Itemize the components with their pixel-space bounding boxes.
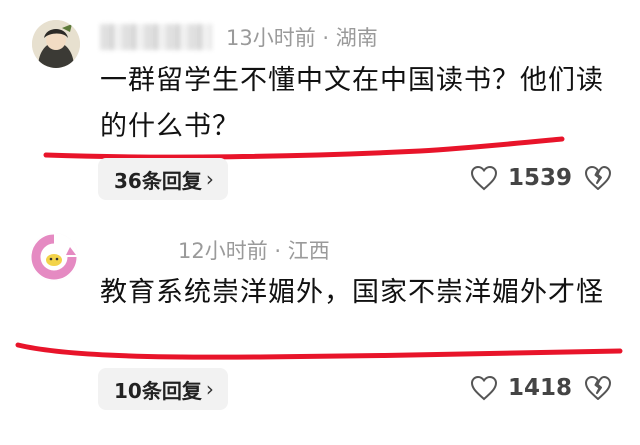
chevron-right-icon: › — [205, 167, 214, 191]
heart-outline-icon[interactable] — [470, 165, 498, 191]
comment-text: 教育系统崇洋媚外，国家不崇洋媚外才怪 — [100, 277, 604, 308]
meta-separator: · — [315, 26, 336, 50]
comment-location: 湖南 — [335, 26, 378, 50]
comment-time: 13小时前 — [226, 26, 316, 50]
avatar[interactable] — [32, 20, 80, 68]
reactions: 1539 — [470, 165, 612, 191]
comment-meta: 12小时前 · 江西 — [178, 235, 330, 265]
like-count: 1539 — [508, 165, 573, 191]
comment-meta: 13小时前 · 湖南 — [226, 22, 378, 52]
avatar[interactable] — [30, 233, 78, 281]
red-underline-annotation — [15, 342, 623, 360]
author-name[interactable] — [100, 24, 212, 50]
comment-time: 12小时前 — [178, 239, 268, 263]
view-replies-button[interactable]: 10条回复 › — [98, 368, 228, 410]
heart-outline-icon[interactable] — [470, 375, 498, 401]
comment-item: 13小时前 · 湖南 一群留学生不懂中文在中国读书？他们读的什么书？ 36条回复… — [0, 0, 640, 210]
view-replies-button[interactable]: 36条回复 › — [98, 158, 228, 200]
meta-separator: · — [267, 239, 288, 263]
comment-location: 江西 — [287, 239, 330, 263]
reactions: 1418 — [470, 375, 612, 401]
reply-count-label: 36条回复 — [114, 168, 202, 193]
comment-item: 12小时前 · 江西 教育系统崇洋媚外，国家不崇洋媚外才怪 10条回复 › 14… — [0, 218, 640, 445]
broken-heart-icon[interactable] — [584, 375, 612, 401]
like-count: 1418 — [508, 375, 573, 401]
chevron-right-icon: › — [205, 377, 214, 401]
reply-count-label: 10条回复 — [114, 378, 202, 403]
broken-heart-icon[interactable] — [584, 165, 612, 191]
red-underline-annotation — [43, 136, 565, 160]
